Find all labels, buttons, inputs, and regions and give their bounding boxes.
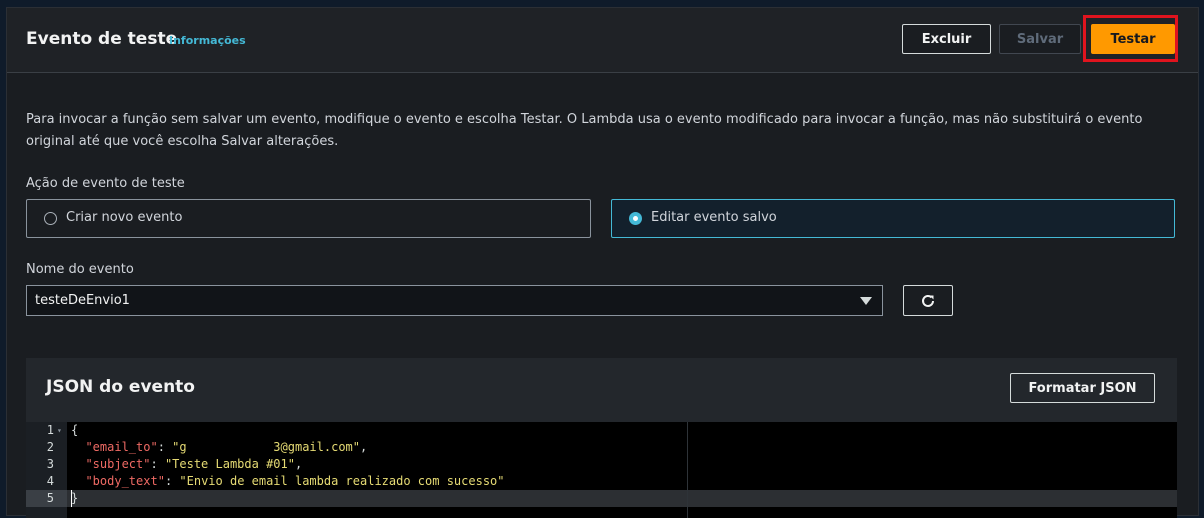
active-line-highlight: [67, 490, 1177, 507]
line-number: 1: [46, 423, 54, 437]
test-event-panel: Evento de teste Informações Excluir Salv…: [6, 7, 1199, 518]
description-text: Para invocar a função sem salvar um even…: [26, 112, 1143, 149]
event-name-label: Nome do evento: [26, 262, 134, 277]
event-name-select[interactable]: testeDeEnvio1: [26, 285, 883, 316]
refresh-icon: [922, 294, 934, 307]
radio-create-new-event[interactable]: Criar novo evento: [26, 199, 591, 238]
refresh-button[interactable]: [903, 285, 953, 316]
radio-edit-saved-event[interactable]: Editar evento salvo: [611, 199, 1175, 238]
test-button[interactable]: Testar: [1091, 24, 1175, 54]
code-line: "subject": "Teste Lambda #01",: [85, 457, 303, 471]
editor-print-margin: [687, 422, 688, 518]
format-json-button[interactable]: Formatar JSON: [1010, 373, 1155, 403]
line-number: 4: [46, 474, 54, 488]
line-number: 2: [46, 440, 54, 454]
delete-button[interactable]: Excluir: [902, 24, 991, 54]
fold-arrow-icon[interactable]: ▾: [57, 422, 62, 439]
text-cursor: [71, 490, 72, 507]
page-title: Evento de teste: [26, 29, 178, 49]
radio-circle-icon: [44, 212, 57, 225]
info-link[interactable]: Informações: [169, 34, 246, 47]
event-name-value: testeDeEnvio1: [35, 293, 130, 308]
code-line: "email_to": "g 3@gmail.com",: [85, 440, 368, 454]
caret-down-icon: [860, 297, 872, 305]
json-section: JSON do evento Formatar JSON 1 ▾ 2 3 4 5…: [26, 358, 1177, 518]
action-label: Ação de evento de teste: [26, 176, 185, 191]
json-title: JSON do evento: [46, 377, 195, 397]
save-button[interactable]: Salvar: [999, 24, 1081, 54]
code-line: {: [71, 423, 79, 437]
radio-label: Editar evento salvo: [651, 210, 777, 225]
radio-selected-icon: [629, 212, 642, 225]
code-line: "body_text": "Envio de email lambda real…: [85, 474, 505, 488]
line-number: 5: [46, 491, 54, 505]
line-number: 3: [46, 457, 54, 471]
panel-header: Evento de teste Informações Excluir Salv…: [7, 8, 1198, 73]
json-editor[interactable]: 1 ▾ 2 3 4 5 { "email_to": "g 3@gmail.com…: [26, 422, 1177, 518]
code-line: }: [71, 491, 79, 505]
radio-label: Criar novo evento: [66, 210, 183, 225]
